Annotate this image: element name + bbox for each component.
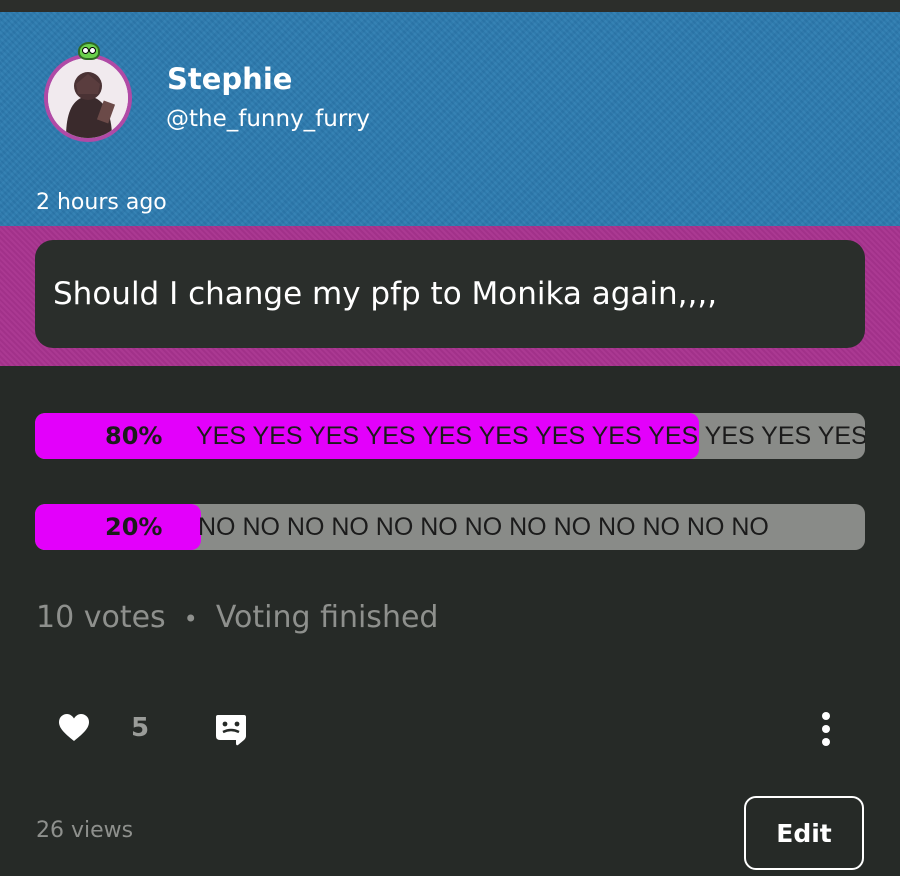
- poll-status: Voting finished: [215, 600, 439, 635]
- heart-icon[interactable]: [58, 712, 90, 744]
- poll-option-yes[interactable]: 80% YES YES YES YES YES YES YES YES YES …: [35, 413, 865, 459]
- more-vertical-icon[interactable]: [816, 710, 836, 748]
- poll-question: Should I change my pfp to Monika again,,…: [53, 276, 718, 312]
- comment-icon[interactable]: [214, 712, 248, 746]
- poll-option-label: NO NO NO NO NO NO NO NO NO NO NO NO NO: [198, 513, 769, 541]
- poll-option-percent: 20%: [105, 513, 163, 541]
- like-count: 5: [131, 713, 150, 743]
- poll-meta: 10 votes • Voting finished: [36, 600, 438, 635]
- avatar-image: [48, 58, 128, 138]
- meta-separator: •: [183, 604, 198, 633]
- edit-button[interactable]: Edit: [744, 796, 864, 870]
- post-timestamp: 2 hours ago: [36, 190, 167, 215]
- poll-option-no[interactable]: 20% NO NO NO NO NO NO NO NO NO NO NO NO …: [35, 504, 865, 550]
- avatar[interactable]: [44, 54, 132, 142]
- poll-option-percent: 80%: [105, 422, 163, 450]
- view-count: 26 views: [36, 818, 134, 843]
- author-name[interactable]: Stephie: [167, 62, 292, 96]
- poll-option-label: YES YES YES YES YES YES YES YES YES YES …: [196, 422, 865, 450]
- author-handle: @the_funny_furry: [166, 106, 370, 132]
- vote-count: 10 votes: [36, 600, 166, 635]
- frog-badge-icon: [78, 42, 100, 60]
- poll-question-card: Should I change my pfp to Monika again,,…: [35, 240, 865, 348]
